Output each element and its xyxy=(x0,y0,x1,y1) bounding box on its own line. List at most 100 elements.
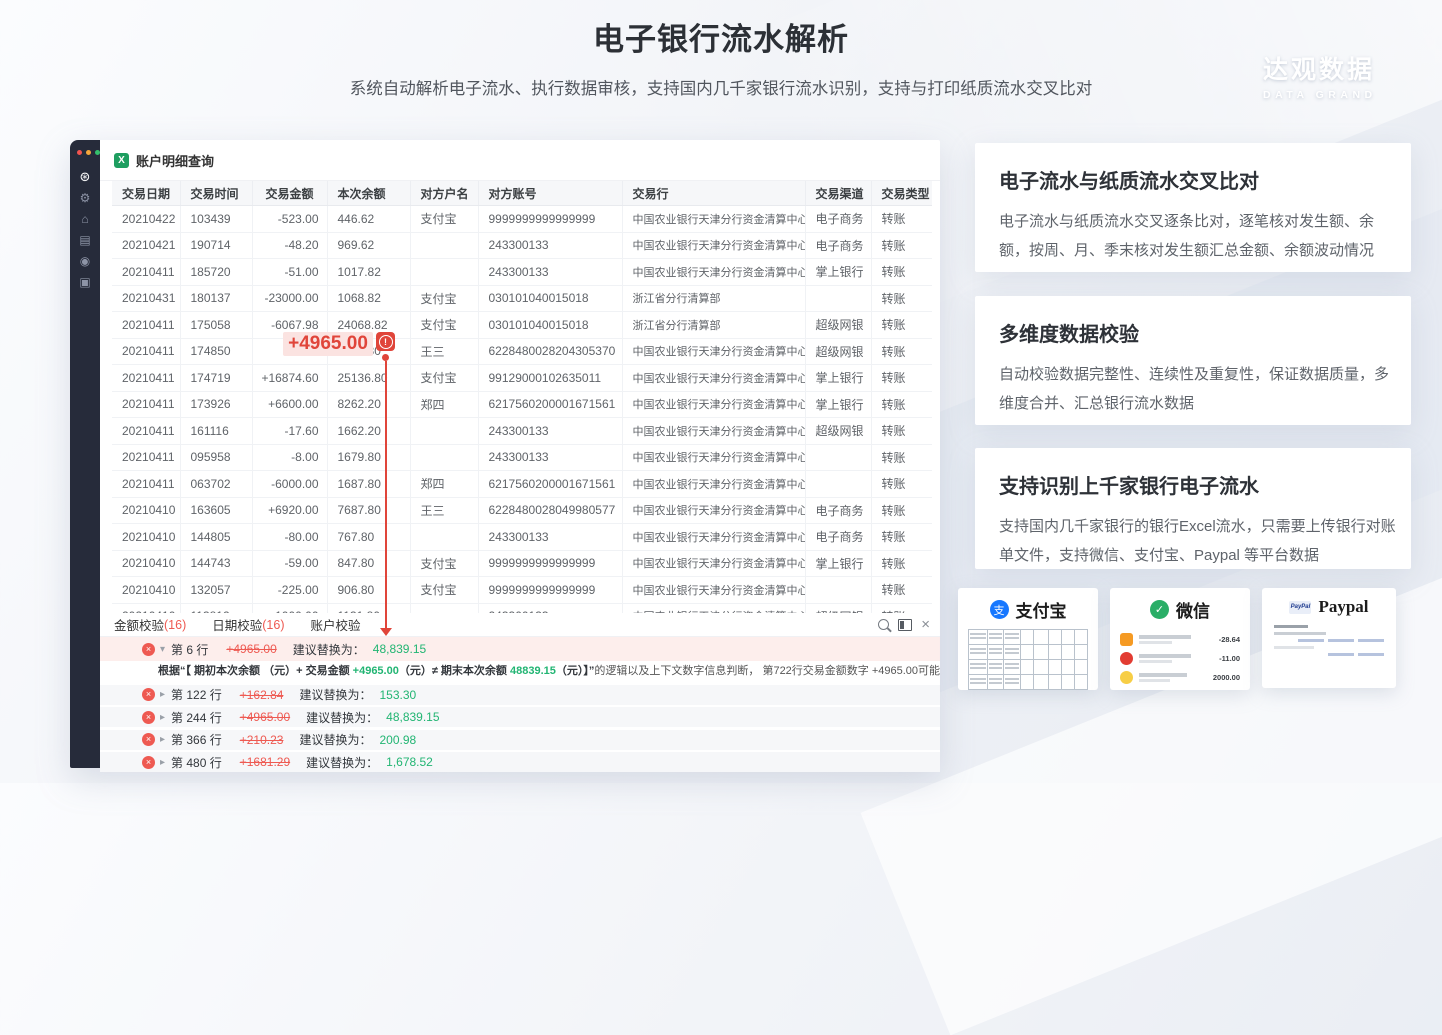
home-icon[interactable]: ⌂ xyxy=(81,213,88,225)
table-row[interactable]: 20210410 144805 -80.00 767.80 243300133 … xyxy=(112,524,932,551)
feature-title: 电子流水与纸质流水交叉比对 xyxy=(999,165,1397,194)
table-row[interactable]: 20210411 063702 -6000.00 1687.80 郑四 6217… xyxy=(112,471,932,498)
text-placeholder xyxy=(1139,671,1207,684)
col-header: 交易时间 xyxy=(180,181,252,206)
document-icon[interactable]: ▤ xyxy=(79,234,90,246)
issue-new-value: 200.98 xyxy=(379,733,416,747)
caret-down-icon[interactable] xyxy=(160,644,165,655)
error-icon xyxy=(142,688,155,701)
window-controls xyxy=(77,150,100,155)
alipay-mini-table xyxy=(968,629,1088,690)
issue-new-value: 153.30 xyxy=(379,688,416,702)
annotation-line xyxy=(385,361,387,628)
caret-right-icon[interactable] xyxy=(160,734,165,745)
transactions-table: 交易日期 交易时间 交易金额 本次余额 对方户名 对方账号 交易行 交易渠道 交… xyxy=(112,181,932,613)
col-header: 本次余额 xyxy=(327,181,410,206)
table-row[interactable]: 20210411 174719 +16874.60 25136.80 支付宝 9… xyxy=(112,365,932,392)
paypal-label: Paypal xyxy=(1318,597,1368,617)
validation-issue-row[interactable]: 第 244 行 +4965.00 建议替换为： 48,839.15 xyxy=(100,707,940,727)
feature-title: 多维度数据校验 xyxy=(999,318,1397,347)
error-icon xyxy=(142,711,155,724)
caret-right-icon[interactable] xyxy=(160,757,165,768)
table-row[interactable]: 20210421 190714 -48.20 969.62 243300133 … xyxy=(112,232,932,259)
app-window: ⊛ ⚙ ⌂ ▤ ◉ ▣ 账户明细查询 交易日期 交易时 xyxy=(70,140,940,768)
table-row[interactable]: 20210410 163605 +6920.00 7687.80 王三 6228… xyxy=(112,497,932,524)
tab-bar-tools xyxy=(878,617,930,632)
issue-row-label: 第 122 行 xyxy=(171,686,222,703)
table-row[interactable]: 20210411 173926 +6600.00 8262.20 郑四 6217… xyxy=(112,391,932,418)
feature-card: 电子流水与纸质流水交叉比对 电子流水与纸质流水交叉逐条比对，逐笔核对发生额、余额… xyxy=(975,143,1411,272)
table-row[interactable]: 20210411 185720 -51.00 1017.82 243300133… xyxy=(112,259,932,286)
table-row[interactable]: 20210411 161116 -17.60 1662.20 243300133… xyxy=(112,418,932,445)
error-count-badge: (16) xyxy=(262,618,284,632)
gear-icon[interactable]: ⚙ xyxy=(80,192,91,204)
issue-replace-label: 建议替换为： xyxy=(306,754,378,771)
close-window-dot[interactable] xyxy=(77,150,82,155)
error-icon xyxy=(142,733,155,746)
tab-account-check[interactable]: 账户校验 xyxy=(311,615,361,634)
wechat-check-icon xyxy=(1150,600,1169,619)
sidebar-icon-rail: ⊛ ⚙ ⌂ ▤ ◉ ▣ xyxy=(70,171,100,288)
issue-old-value: +162.84 xyxy=(240,688,284,702)
issue-old-value: +4965.00 xyxy=(240,710,290,724)
alert-icon xyxy=(376,332,395,351)
col-header: 对方账号 xyxy=(478,181,622,206)
amount: -11.00 xyxy=(1219,654,1240,663)
table-row[interactable]: 20210422 103439 -523.00 446.62 支付宝 99999… xyxy=(112,206,932,233)
alipay-icon: 支 xyxy=(990,600,1009,619)
feature-title: 支持识别上千家银行电子流水 xyxy=(999,470,1397,499)
document-header: 账户明细查询 xyxy=(100,140,940,181)
paypal-doc-preview xyxy=(1274,625,1384,656)
text-placeholder xyxy=(1139,652,1213,665)
page: { "page": { "title": "电子银行流水解析", "subtit… xyxy=(0,0,1442,783)
table-row[interactable]: 20210410 113812 -1000.00 1131.80 2433001… xyxy=(112,603,932,613)
validation-issue-row[interactable]: 第 6 行 +4965.00 建议替换为： 48,839.15 xyxy=(100,637,940,661)
issue-detail-text: 根据“【 期初本次余额 （元）+ 交易金额 +4965.00（元）≠ 期末本次余… xyxy=(100,661,940,682)
table-row[interactable]: 20210411 174850 9136.80 王三 6228480028204… xyxy=(112,338,932,365)
col-header: 交易渠道 xyxy=(805,181,871,206)
tab-date-check[interactable]: 日期校验(16) xyxy=(212,615,284,634)
minimize-window-dot[interactable] xyxy=(86,150,91,155)
error-amount-badge: +4965.00 xyxy=(283,332,373,356)
error-count-badge: (16) xyxy=(164,618,186,632)
table-row[interactable]: 20210411 095958 -8.00 1679.80 243300133 … xyxy=(112,444,932,471)
feature-body: 自动校验数据完整性、连续性及重复性，保证数据质量，多维度合并、汇总银行流水数据 xyxy=(999,360,1397,419)
table-row[interactable]: 20210410 144743 -59.00 847.80 支付宝 999999… xyxy=(112,550,932,577)
table-row[interactable]: 20210410 132057 -225.00 906.80 支付宝 99999… xyxy=(112,577,932,604)
validation-issue-row[interactable]: 第 366 行 +210.23 建议替换为： 200.98 xyxy=(100,730,940,750)
col-header: 交易行 xyxy=(622,181,805,206)
error-icon xyxy=(142,643,155,656)
validation-issue-row[interactable]: 第 480 行 +1681.29 建议替换为： 1,678.52 xyxy=(100,752,940,772)
caret-right-icon[interactable] xyxy=(160,689,165,700)
issue-replace-label: 建议替换为： xyxy=(306,709,378,726)
collapsed-issues: 第 122 行 +162.84 建议替换为： 153.30 第 244 行 +4… xyxy=(100,685,940,773)
helm-icon[interactable]: ⊛ xyxy=(80,171,91,183)
validation-tab-bar: 金额校验(16) 日期校验(16) 账户校验 xyxy=(100,613,940,637)
col-header: 交易金额 xyxy=(252,181,327,206)
issue-new-value: 1,678.52 xyxy=(386,755,433,769)
list-item: -11.00 xyxy=(1120,649,1240,668)
feature-card: 支持识别上千家银行电子流水 支持国内几千家银行的银行Excel流水，只需要上传银… xyxy=(975,448,1411,569)
table-row[interactable]: 20210431 180137 -23000.00 1068.82 支付宝 03… xyxy=(112,285,932,312)
document-title: 账户明细查询 xyxy=(136,151,214,170)
issue-row-label: 第 480 行 xyxy=(171,754,222,771)
close-icon[interactable] xyxy=(921,617,930,632)
feature-card: 多维度数据校验 自动校验数据完整性、连续性及重复性，保证数据质量，多维度合并、汇… xyxy=(975,296,1411,425)
brand-subtitle: DATA GRAND xyxy=(1263,89,1377,101)
camera-icon[interactable]: ▣ xyxy=(79,276,90,288)
excel-icon xyxy=(114,153,129,168)
table-row[interactable]: 20210411 175058 -6067.98 24068.82 支付宝 03… xyxy=(112,312,932,339)
alipay-sample-card: 支 支付宝 xyxy=(958,588,1098,690)
tab-amount-check[interactable]: 金额校验(16) xyxy=(114,615,186,634)
issue-old-value: +210.23 xyxy=(240,733,284,747)
validation-issue-row[interactable]: 第 122 行 +162.84 建议替换为： 153.30 xyxy=(100,685,940,705)
issue-replace-label: 建议替换为： xyxy=(299,731,371,748)
caret-right-icon[interactable] xyxy=(160,712,165,723)
search-icon[interactable] xyxy=(878,619,889,630)
info-icon[interactable]: ◉ xyxy=(80,255,90,267)
transactions-tbody: 20210422 103439 -523.00 446.62 支付宝 99999… xyxy=(112,206,932,614)
transfer-icon xyxy=(1120,633,1133,646)
layout-icon[interactable] xyxy=(898,619,912,631)
wechat-transaction-list: -28.64 -11.00 2000.00 xyxy=(1120,630,1240,687)
col-header: 对方户名 xyxy=(410,181,478,206)
